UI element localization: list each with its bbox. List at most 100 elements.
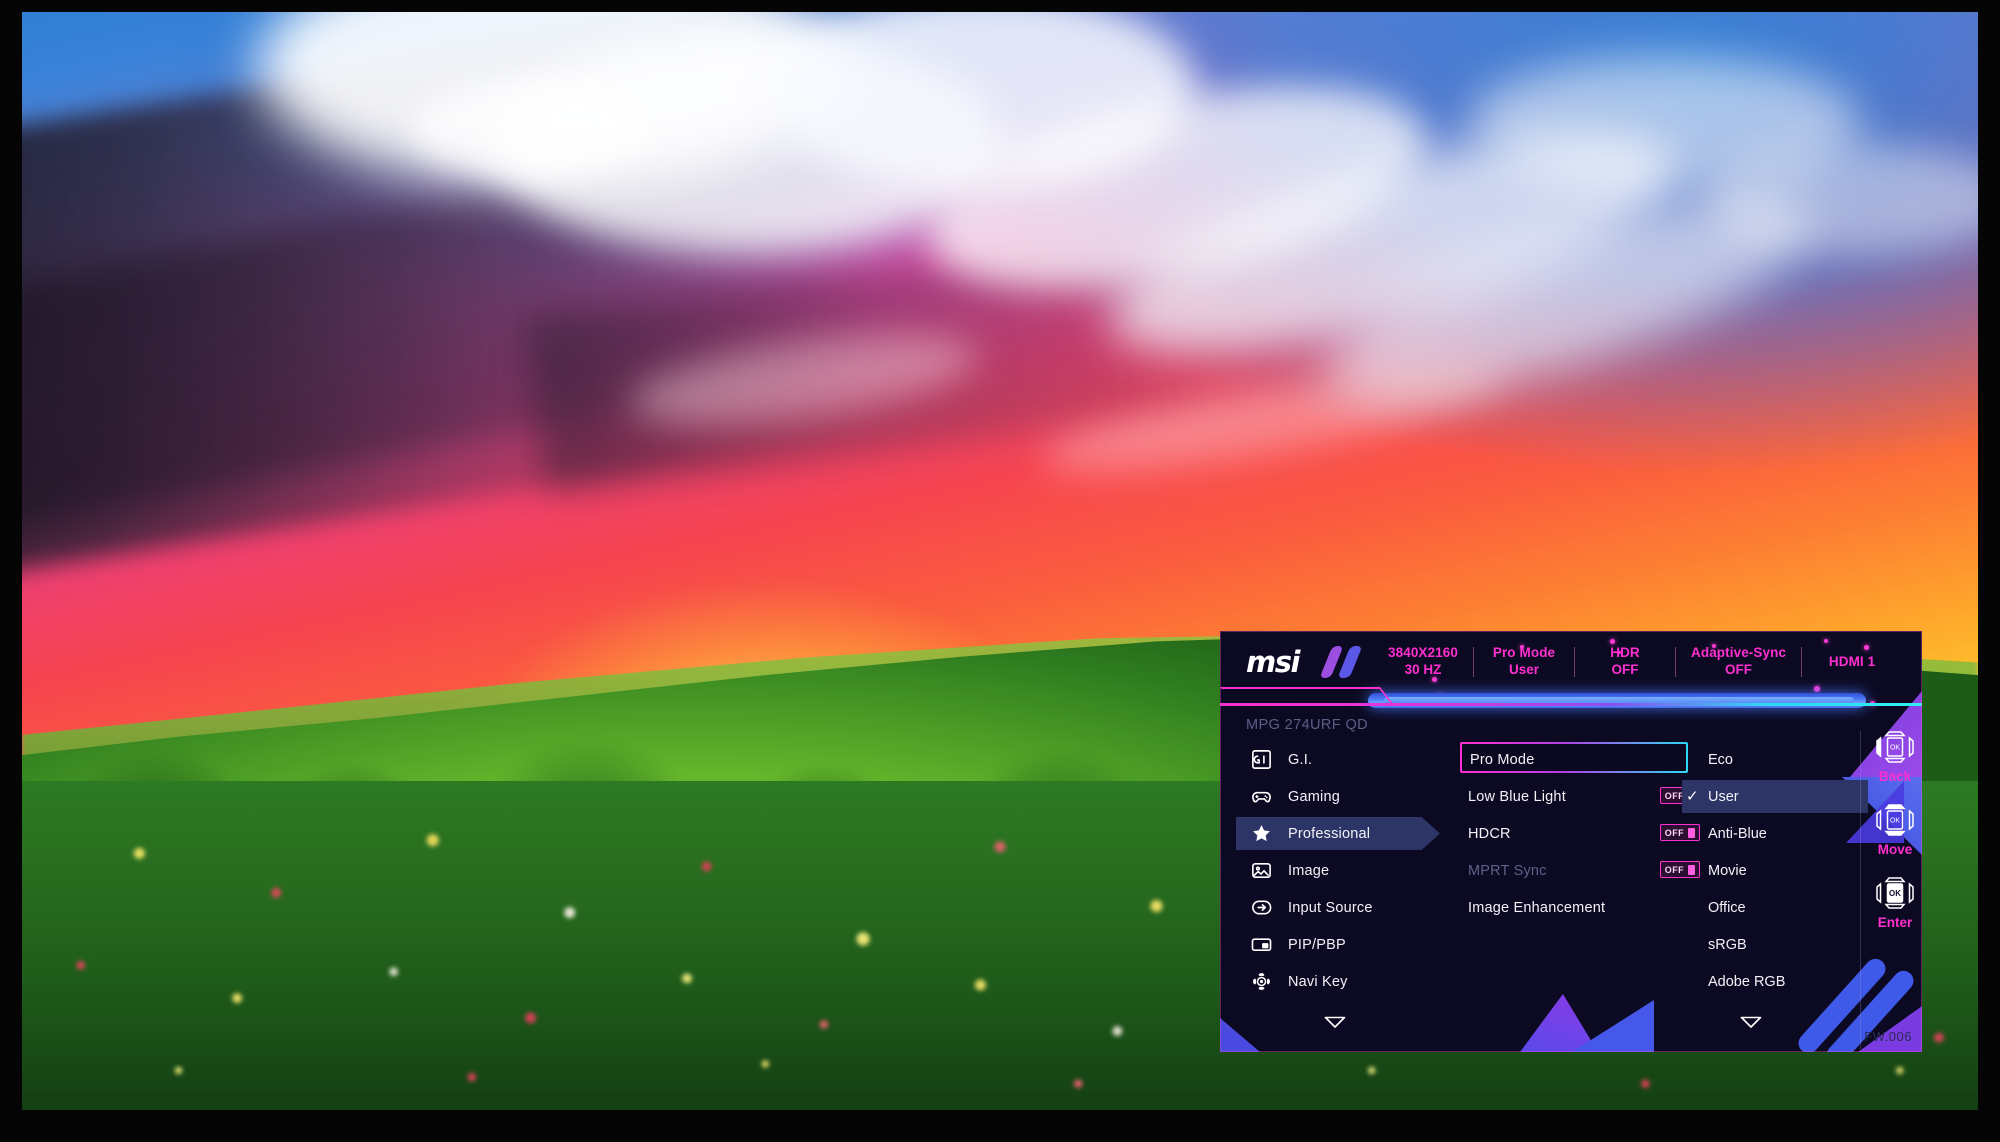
option-srgb[interactable]: ✓ sRGB	[1708, 926, 1856, 963]
pip-pbp-icon	[1248, 933, 1274, 957]
glow-dot-icon	[1520, 645, 1524, 649]
options-scroll-down-chevron-icon[interactable]	[1740, 1016, 1762, 1028]
msi-wordmark: msi	[1246, 644, 1300, 679]
setting-image-enhancement[interactable]: Image Enhancement	[1468, 889, 1708, 926]
header-divider	[1220, 687, 1922, 715]
setting-label: MPRT Sync	[1468, 862, 1547, 879]
osd-nav-hints: OK Back OK Move OK Enter	[1868, 727, 1922, 946]
joystick-updown-icon: OK	[1872, 800, 1918, 840]
glow-dot-icon	[1610, 639, 1615, 644]
setting-pro-mode[interactable]: Pro Mode	[1460, 741, 1708, 778]
nav-hint-label: Enter	[1877, 915, 1913, 930]
setting-mprt-sync: MPRT Sync OFF	[1468, 852, 1708, 889]
setting-label: HDCR	[1468, 825, 1511, 842]
star-icon	[1248, 822, 1274, 846]
status-separator	[1675, 647, 1676, 677]
glow-dot-icon	[1824, 639, 1828, 643]
option-eco[interactable]: ✓ Eco	[1708, 741, 1856, 778]
nav-hint-move[interactable]: OK Move	[1868, 800, 1922, 857]
sidebar-item-professional[interactable]: Professional	[1220, 815, 1468, 852]
glow-dot-icon	[1618, 651, 1621, 654]
monitor-screen: msi 3840X2160 30 HZ Pro Mode User HDR OF…	[22, 12, 1978, 1110]
option-label: Office	[1708, 899, 1746, 916]
firmware-version: FW.006	[1864, 1029, 1912, 1044]
joystick-ok-icon: OK	[1872, 873, 1918, 913]
input-arrow-icon	[1248, 896, 1274, 920]
nav-hint-label: Back	[1878, 769, 1912, 784]
nav-column-separator	[1860, 731, 1861, 1049]
msi-logo: msi	[1246, 642, 1364, 682]
sidebar-item-label: Navi Key	[1288, 973, 1348, 990]
sidebar-item-label: G.I.	[1288, 751, 1313, 768]
mprt-sync-toggle: OFF	[1659, 861, 1700, 878]
nav-hint-label: Move	[1877, 842, 1913, 857]
status-separator	[1574, 647, 1575, 677]
sidebar-item-input-source[interactable]: Input Source	[1220, 889, 1468, 926]
gaming-intelligence-icon	[1248, 748, 1274, 772]
option-label: Movie	[1708, 862, 1747, 879]
sidebar-scroll-down-chevron-icon[interactable]	[1324, 1016, 1346, 1028]
status-separator	[1801, 647, 1803, 677]
option-office[interactable]: ✓ Office	[1708, 889, 1856, 926]
toggle-indicator-icon	[1688, 864, 1695, 875]
status-input-source: HDMI 1	[1828, 653, 1876, 669]
svg-text:OK: OK	[1890, 818, 1900, 825]
joystick-left-icon: OK	[1872, 727, 1918, 767]
osd-sidebar: G.I. Gaming Professional Image Input Sou…	[1220, 741, 1468, 1028]
setting-label: Low Blue Light	[1468, 788, 1566, 805]
sidebar-item-gaming[interactable]: Gaming	[1220, 778, 1468, 815]
sidebar-item-image[interactable]: Image	[1220, 852, 1468, 889]
option-anti-blue[interactable]: ✓ Anti-Blue	[1708, 815, 1856, 852]
status-pro-mode: Pro Mode User	[1492, 645, 1556, 677]
navi-key-icon	[1248, 970, 1274, 994]
option-label: Eco	[1708, 751, 1733, 768]
check-icon: ✓	[1686, 788, 1699, 805]
divider-angled-step	[1220, 687, 1395, 705]
svg-text:OK: OK	[1889, 889, 1901, 898]
setting-label: Image Enhancement	[1468, 899, 1606, 916]
sidebar-item-navi-key[interactable]: Navi Key	[1220, 963, 1468, 1000]
sidebar-item-gi[interactable]: G.I.	[1220, 741, 1468, 778]
toggle-state-label: OFF	[1664, 827, 1684, 838]
glow-dot-icon	[1712, 644, 1716, 648]
option-movie[interactable]: ✓ Movie	[1708, 852, 1856, 889]
status-separator	[1473, 647, 1474, 677]
osd-status-bar: 3840X2160 30 HZ Pro Mode User HDR OFF Ad…	[1386, 645, 1889, 679]
deco-triangle-corner-bl	[1220, 1018, 1260, 1052]
toggle-state-label: OFF	[1664, 864, 1684, 875]
sidebar-item-label: Gaming	[1288, 788, 1340, 805]
nav-hint-enter[interactable]: OK Enter	[1868, 873, 1922, 930]
sidebar-item-label: Professional	[1288, 825, 1371, 842]
sidebar-item-label: Image	[1288, 862, 1330, 879]
sidebar-item-label: Input Source	[1288, 899, 1373, 916]
osd-header: msi 3840X2160 30 HZ Pro Mode User HDR OF…	[1220, 631, 1922, 706]
osd-settings-column: Pro Mode Low Blue Light OFF HDCR OFF MPR…	[1460, 741, 1708, 926]
option-label: User	[1708, 788, 1739, 805]
glow-dot-icon	[1864, 645, 1869, 650]
osd-options-column: ✓ Eco ✓ User ✓ Anti-Blue	[1682, 741, 1868, 1028]
status-adaptive-sync: Adaptive-Sync OFF	[1691, 645, 1787, 677]
cloud-9	[413, 77, 648, 177]
picture-icon	[1248, 859, 1274, 883]
screenshot-root: msi 3840X2160 30 HZ Pro Mode User HDR OF…	[0, 0, 2000, 1142]
glow-dot-icon	[1432, 677, 1437, 682]
toggle-indicator-icon	[1688, 827, 1695, 838]
monitor-model-label: MPG 274URF QD	[1246, 717, 1369, 733]
option-label: Adobe RGB	[1708, 973, 1786, 990]
setting-hdcr[interactable]: HDCR OFF	[1468, 815, 1708, 852]
setting-label: Pro Mode	[1470, 751, 1535, 768]
setting-low-blue-light[interactable]: Low Blue Light OFF	[1468, 778, 1708, 815]
sidebar-item-pip-pbp[interactable]: PIP/PBP	[1220, 926, 1468, 963]
status-resolution: 3840X2160 30 HZ	[1388, 645, 1458, 677]
sidebar-item-label: PIP/PBP	[1288, 936, 1346, 953]
svg-text:OK: OK	[1890, 745, 1900, 752]
hdcr-toggle[interactable]: OFF	[1659, 824, 1700, 841]
option-user[interactable]: ✓ User	[1682, 778, 1868, 815]
option-label: Anti-Blue	[1708, 825, 1767, 842]
osd-menu: msi 3840X2160 30 HZ Pro Mode User HDR OF…	[1220, 631, 1922, 1052]
gamepad-icon	[1248, 785, 1274, 809]
option-label: sRGB	[1708, 936, 1747, 953]
option-adobe-rgb[interactable]: ✓ Adobe RGB	[1708, 963, 1856, 1000]
status-hdr: HDR OFF	[1610, 645, 1640, 677]
nav-hint-back[interactable]: OK Back	[1868, 727, 1922, 784]
